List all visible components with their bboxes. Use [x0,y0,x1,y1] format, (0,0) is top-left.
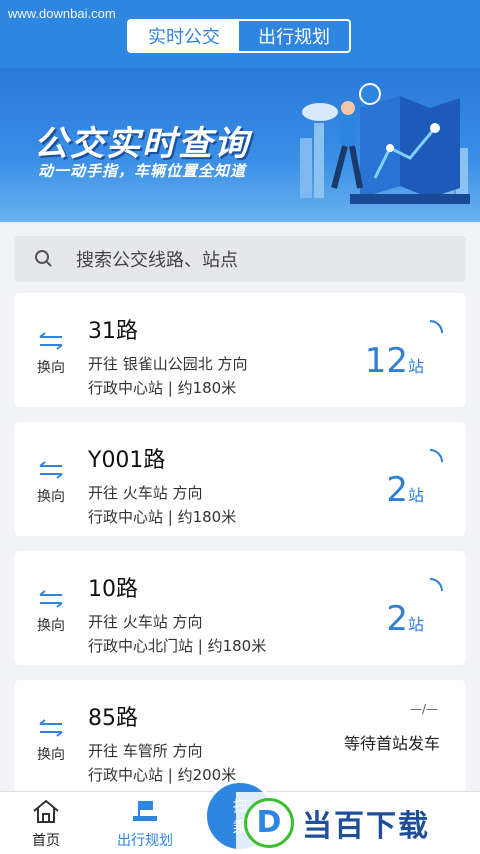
swap-direction-button[interactable]: 换向 [34,718,68,764]
tab-home[interactable]: 首页 [26,798,66,850]
home-icon [33,799,59,823]
site-watermark-logo: D 当百下载 [236,792,480,853]
promo-banner[interactable]: 公交实时查询 动一动手指，车辆位置全知道 [0,68,480,222]
route-card[interactable]: 换向 85路 开往 车管所 方向 行政中心站 | 约200米 —/— 等待首站发… [14,680,466,794]
map-person-illustration [300,83,470,204]
route-card[interactable]: 换向 Y001路 开往 火车站 方向 行政中心站 | 约180米 2站 [14,422,466,536]
tab-trip-planning[interactable]: 出行规划 [239,21,349,51]
route-card[interactable]: 换向 10路 开往 火车站 方向 行政中心北门站 | 约180米 2站 [14,551,466,665]
tab-trip-planning-nav[interactable]: 出行规划 [108,798,182,850]
banner-title: 公交实时查询 [34,124,250,164]
route-stop-distance: 行政中心站 | 约180米 [88,379,237,397]
route-direction: 开往 银雀山公园北 方向 [88,355,248,373]
loading-icon [429,578,443,592]
route-direction: 开往 火车站 方向 [88,613,203,631]
tab-trip-planning-label: 出行规划 [117,833,173,849]
search-placeholder: 搜索公交线路、站点 [76,250,238,271]
eta-placeholder: —/— [409,702,438,716]
search-bar[interactable]: 搜索公交线路、站点 [14,236,466,282]
swap-arrows-icon [39,590,63,608]
banner-subtitle: 动一动手指，车辆位置全知道 [38,162,247,180]
swap-arrows-icon [39,719,63,737]
tab-realtime-bus[interactable]: 实时公交 [129,21,239,51]
eta-stops: 2站 [386,599,424,639]
swap-label: 换向 [37,618,65,634]
route-card[interactable]: 换向 31路 开往 银雀山公园北 方向 行政中心站 | 约180米 12站 [14,293,466,407]
swap-label: 换向 [37,360,65,376]
swap-arrows-icon [39,332,63,350]
loading-icon [429,320,443,334]
swap-direction-button[interactable]: 换向 [34,589,68,635]
route-name: 10路 [88,577,138,602]
eta-stops: 12站 [364,341,424,381]
tab-home-label: 首页 [32,833,60,849]
watermark-text: www.downbai.com [8,6,116,21]
loading-icon [429,449,443,463]
flag-route-icon [133,801,157,821]
route-direction: 开往 车管所 方向 [88,742,203,760]
route-stop-distance: 行政中心站 | 约180米 [88,508,237,526]
search-icon [35,250,52,267]
waiting-status: 等待首站发车 [343,734,440,753]
swap-label: 换向 [37,489,65,505]
logo-badge: D [244,797,294,848]
route-name: 31路 [88,319,138,344]
logo-text: 当百下载 [302,808,430,844]
swap-direction-button[interactable]: 换向 [34,331,68,377]
route-stop-distance: 行政中心站 | 约200米 [88,766,237,784]
swap-label: 换向 [37,747,65,763]
route-direction: 开往 火车站 方向 [88,484,203,502]
mode-segmented-control: 实时公交 出行规划 [127,19,351,53]
swap-direction-button[interactable]: 换向 [34,460,68,506]
eta-stops: 2站 [386,470,424,510]
swap-arrows-icon [39,461,63,479]
route-name: 85路 [88,706,138,731]
header-bar: www.downbai.com 实时公交 出行规划 [0,0,480,68]
route-name: Y001路 [88,448,166,473]
route-stop-distance: 行政中心北门站 | 约180米 [88,637,267,655]
